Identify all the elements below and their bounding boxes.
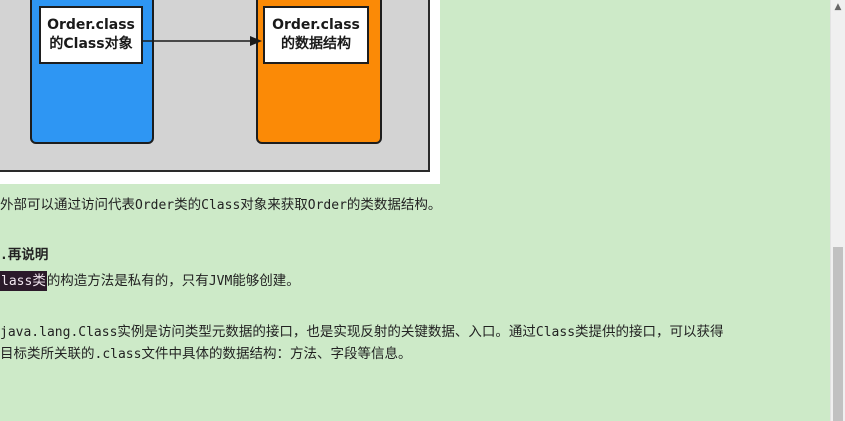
section-heading: .再说明 (0, 247, 49, 263)
vertical-scrollbar[interactable]: ▲ (830, 0, 845, 421)
diagram-image: Order.class 的Class对象 Order.class 的数据结构 (0, 0, 440, 184)
paragraph-class-instance-line2: 目标类所关联的.class文件中具体的数据结构：方法、字段等信息。 (0, 346, 412, 362)
arrow-icon (143, 36, 262, 46)
selected-text[interactable]: lass类 (0, 271, 47, 291)
paragraph-constructor: lass类的构造方法是私有的，只有JVM能够创建。 (0, 271, 300, 291)
paragraph-class-instance-line1: java.lang.Class实例是访问类型元数据的接口，也是实现反射的关键数据… (0, 324, 724, 340)
scrollbar-thumb[interactable] (833, 247, 843, 421)
paragraph-access-order: 外部可以通过访问代表Order类的Class对象来获取Order的类数据结构。 (0, 197, 442, 213)
scroll-up-arrow-icon[interactable]: ▲ (831, 0, 845, 14)
